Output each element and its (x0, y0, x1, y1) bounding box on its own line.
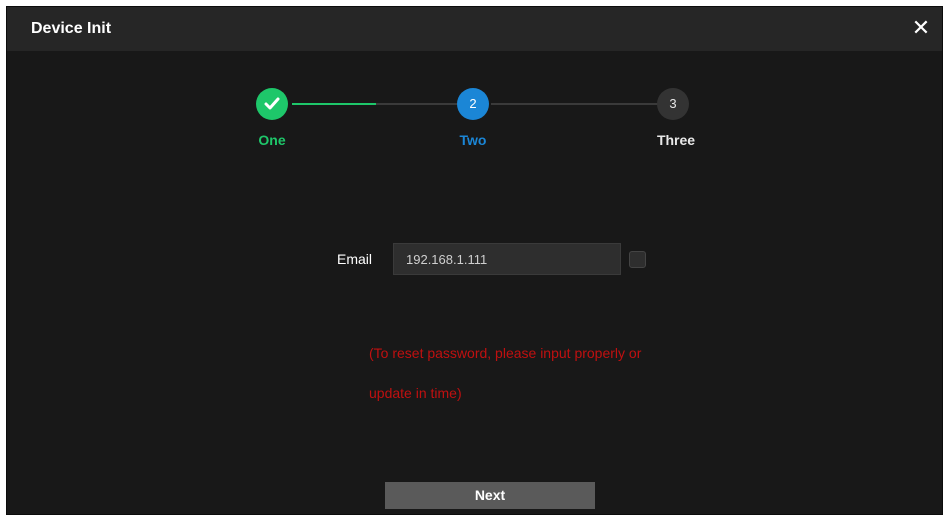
device-init-dialog: Device Init ✕ 2 3 One Two Three Email (T… (6, 6, 943, 515)
dialog-title: Device Init (31, 20, 112, 37)
reset-password-hint-line-2: update in time) (369, 385, 462, 401)
step-connector-pending (376, 103, 457, 105)
email-field[interactable] (393, 243, 621, 275)
dialog-titlebar: Device Init ✕ (7, 7, 942, 51)
step-connector-completed (292, 103, 376, 105)
check-icon (264, 97, 280, 110)
email-label: Email (337, 251, 373, 267)
close-icon[interactable]: ✕ (908, 15, 934, 41)
step-three-indicator: 3 (657, 88, 689, 120)
step-connector-pending (491, 103, 658, 105)
step-two-indicator: 2 (457, 88, 489, 120)
next-button[interactable]: Next (385, 482, 595, 509)
email-checkbox[interactable] (629, 251, 646, 268)
step-one-indicator (256, 88, 288, 120)
step-two-label: Two (459, 132, 487, 148)
step-three-label: Three (656, 132, 696, 148)
reset-password-hint-line-1: (To reset password, please input properl… (369, 345, 642, 361)
step-one-label: One (258, 132, 286, 148)
